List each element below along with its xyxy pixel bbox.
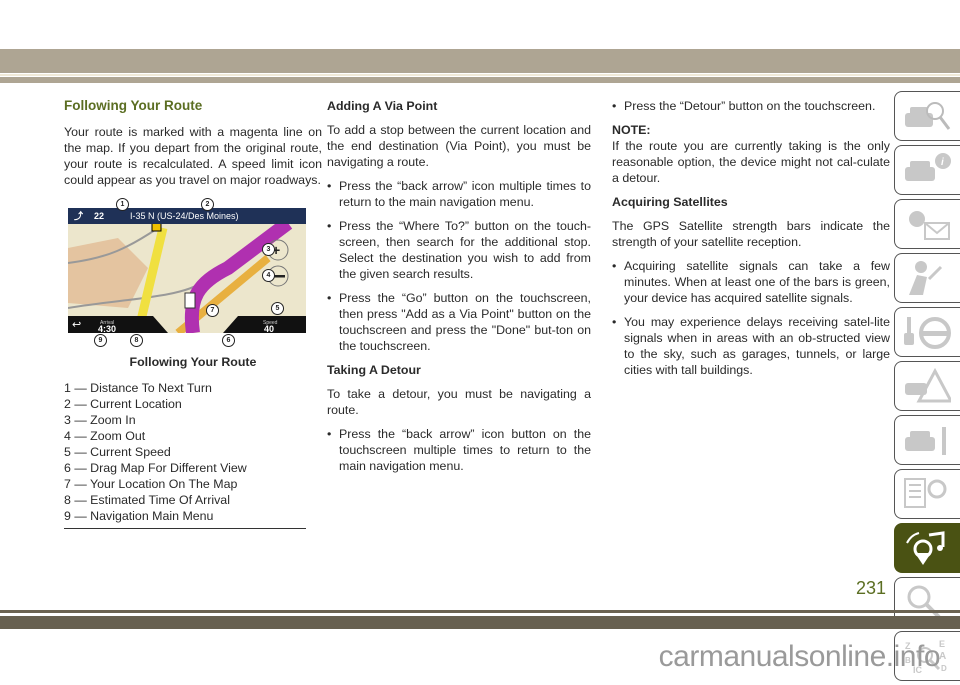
footer-band [0, 616, 960, 629]
legend-item: 6 — Drag Map For Different View [64, 461, 247, 475]
tab-safety[interactable] [894, 253, 960, 303]
figure-caption: Following Your Route [129, 355, 257, 369]
legend-item: 1 — Distance To Next Turn [64, 381, 212, 395]
tab-technical-specifications[interactable] [894, 469, 960, 519]
column-1: Following Your Route Your route is marke… [64, 98, 322, 529]
bullet-item: Acquiring satellite signals can take a f… [612, 258, 890, 306]
key-steering-wheel-icon [904, 317, 951, 349]
bullet-item: Press the “Detour” button on the touchsc… [612, 98, 890, 114]
figure-legend: 1 — Distance To Next Turn 2 — Current Lo… [64, 380, 322, 524]
arrival-time: 4:30 [98, 324, 117, 333]
header-band-lower [0, 77, 960, 83]
car-wrench-icon [905, 427, 946, 455]
tab-starting-operating[interactable] [894, 307, 960, 357]
section-heading-detour: Taking A Detour [327, 363, 421, 377]
legend-item: 7 — Your Location On The Map [64, 477, 238, 491]
section-heading-via-point: Adding A Via Point [327, 99, 438, 113]
car-info-icon: i [905, 153, 951, 181]
callout-3: 3 [262, 243, 275, 256]
legend-item: 2 — Current Location [64, 397, 182, 411]
car-search-icon [905, 102, 951, 130]
urban-area [68, 238, 148, 308]
bullet-item: You may experience delays receiving sate… [612, 314, 890, 378]
legend-item: 3 — Zoom In [64, 413, 136, 427]
via-point-paragraph: To add a stop between the current locati… [327, 123, 591, 169]
next-turn-bar: ⤴ 22 I-35 N (US-24/Des Moines) [68, 208, 306, 224]
page-number: 231 [856, 578, 887, 598]
turn-arrow-icon: ⤴ [74, 211, 84, 221]
header-band [0, 49, 960, 73]
warning-light-message-icon [909, 211, 950, 240]
car-hazard-icon [905, 367, 951, 403]
watermark: carmanualsonline.info [658, 640, 941, 673]
callout-5: 5 [271, 302, 284, 315]
bullet-item: Press the “Where To?” button on the touc… [327, 218, 591, 282]
callout-8: 8 [130, 334, 143, 347]
legend-item: 5 — Current Speed [64, 445, 171, 459]
airbag-seat-icon [909, 261, 943, 295]
note-label: NOTE: [612, 123, 651, 137]
callout-1: 1 [116, 198, 129, 211]
column-3: Press the “Detour” button on the touchsc… [612, 98, 890, 386]
current-road: I-35 N (US-24/Des Moines) [130, 211, 239, 221]
intro-paragraph: Your route is marked with a magenta line… [64, 125, 322, 187]
multimedia-navigation-icon [906, 531, 945, 565]
legend-item: 8 — Estimated Time Of Arrival [64, 493, 230, 507]
legend-item: 4 — Zoom Out [64, 429, 146, 443]
footer-line [0, 610, 960, 613]
specs-gear-icon [904, 478, 947, 508]
bullet-item: Press the “back arrow” icon button on th… [327, 426, 591, 474]
header-band-line [0, 74, 960, 76]
section-heading-following-route: Following Your Route [64, 98, 203, 113]
tab-in-case-of-emergency[interactable] [894, 361, 960, 411]
tab-servicing-maintenance[interactable] [894, 415, 960, 465]
vehicle-position-icon [184, 292, 196, 309]
distance-to-turn: 22 [94, 211, 105, 221]
callout-6: 6 [222, 334, 235, 347]
note-text: If the route you are currently taking is… [612, 139, 890, 185]
column-2: Adding A Via Point To add a stop between… [327, 98, 591, 482]
tab-warning-lights[interactable] [894, 199, 960, 249]
bullet-item: Press the “Go” button on the touchscreen… [327, 290, 591, 354]
current-speed: 40 [264, 324, 275, 333]
svg-text:D: D [941, 664, 947, 673]
tab-getting-to-know-vehicle[interactable] [894, 91, 960, 141]
chapter-tabs: i Z E B A IC D [894, 91, 960, 685]
arrival-panel[interactable] [68, 316, 168, 333]
satellites-paragraph: The GPS Satellite strength bars indicate… [612, 219, 890, 249]
callout-4: 4 [262, 269, 275, 282]
navigation-screen-figure: + ⤴ 22 I-35 N (US-24/Des Moines) ↩ Arriv… [68, 196, 306, 347]
legend-item: 9 — Navigation Main Menu [64, 509, 214, 523]
bullet-item: Press the “back arrow” icon multiple tim… [327, 178, 591, 210]
detour-paragraph: To take a detour, you must be navigating… [327, 387, 591, 417]
callout-7: 7 [206, 304, 219, 317]
svg-text:i: i [941, 157, 944, 168]
section-heading-satellites: Acquiring Satellites [612, 195, 728, 209]
svg-text:A: A [939, 651, 946, 662]
tab-instrument-panel[interactable]: i [894, 145, 960, 195]
callout-9: 9 [94, 334, 107, 347]
callout-2: 2 [201, 198, 214, 211]
back-arrow-icon[interactable]: ↩ [72, 317, 81, 333]
legend-divider [64, 528, 306, 529]
tab-multimedia[interactable] [894, 523, 960, 573]
